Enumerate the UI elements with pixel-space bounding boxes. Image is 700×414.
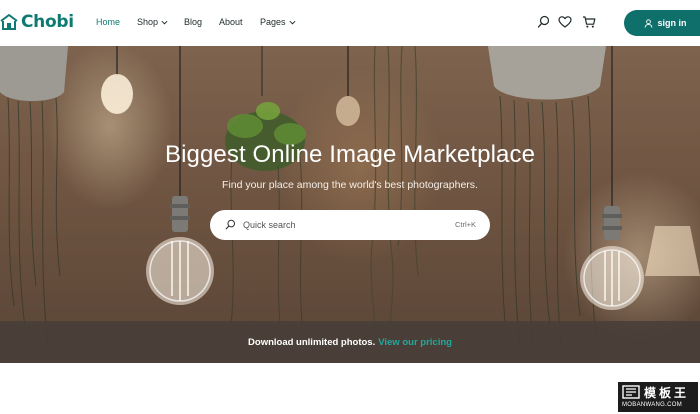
nav-item-label: Pages — [260, 17, 286, 27]
hero-title: Biggest Online Image Marketplace — [164, 141, 536, 168]
user-icon — [644, 18, 652, 28]
search-icon — [225, 219, 236, 230]
nav-item-pages[interactable]: Pages — [260, 17, 296, 27]
hero-banner: Biggest Online Image Marketplace Find yo… — [0, 46, 700, 363]
top-navbar: Chobi Home Shop Blog About Pages sign in — [0, 0, 700, 46]
view-pricing-link[interactable]: View our pricing — [378, 337, 452, 348]
heart-icon[interactable] — [558, 15, 572, 29]
watermark-badge: 模板王 MOBANWANG.COM — [618, 382, 698, 412]
nav-item-label: Shop — [137, 17, 159, 27]
chevron-down-icon — [161, 20, 168, 25]
nav-item-label: Blog — [184, 17, 203, 27]
sign-in-label: sign in — [657, 18, 687, 28]
brand-name: Chobi — [21, 12, 74, 32]
hero-subtitle: Find your place among the world's best p… — [222, 179, 478, 191]
cart-icon[interactable] — [582, 15, 596, 29]
nav-item-label: About — [219, 17, 243, 27]
hero-background-image — [0, 46, 700, 363]
nav-item-about[interactable]: About — [219, 17, 243, 27]
nav-item-shop[interactable]: Shop — [137, 17, 168, 27]
watermark-logo-icon — [622, 385, 640, 399]
watermark-title: 模板王 — [644, 386, 690, 400]
search-icon[interactable] — [537, 15, 551, 29]
brand-logo[interactable]: Chobi — [0, 12, 74, 32]
sign-in-button[interactable]: sign in — [624, 10, 700, 36]
chevron-down-icon — [289, 20, 295, 25]
nav-item-label: Home — [96, 17, 121, 27]
promo-text: Download unlimited photos. — [248, 336, 376, 348]
watermark-domain: MOBANWANG.COM — [622, 402, 683, 408]
nav-item-blog[interactable]: Blog — [184, 17, 202, 27]
nav-item-home[interactable]: Home — [96, 17, 120, 27]
pricing-promo-bar: Download unlimited photos. View our pric… — [0, 321, 700, 363]
quick-search-box[interactable]: Ctrl+K — [210, 210, 490, 240]
search-input[interactable] — [243, 216, 443, 234]
house-logo-icon — [0, 14, 18, 30]
keyboard-shortcut-hint: Ctrl+K — [454, 220, 476, 229]
